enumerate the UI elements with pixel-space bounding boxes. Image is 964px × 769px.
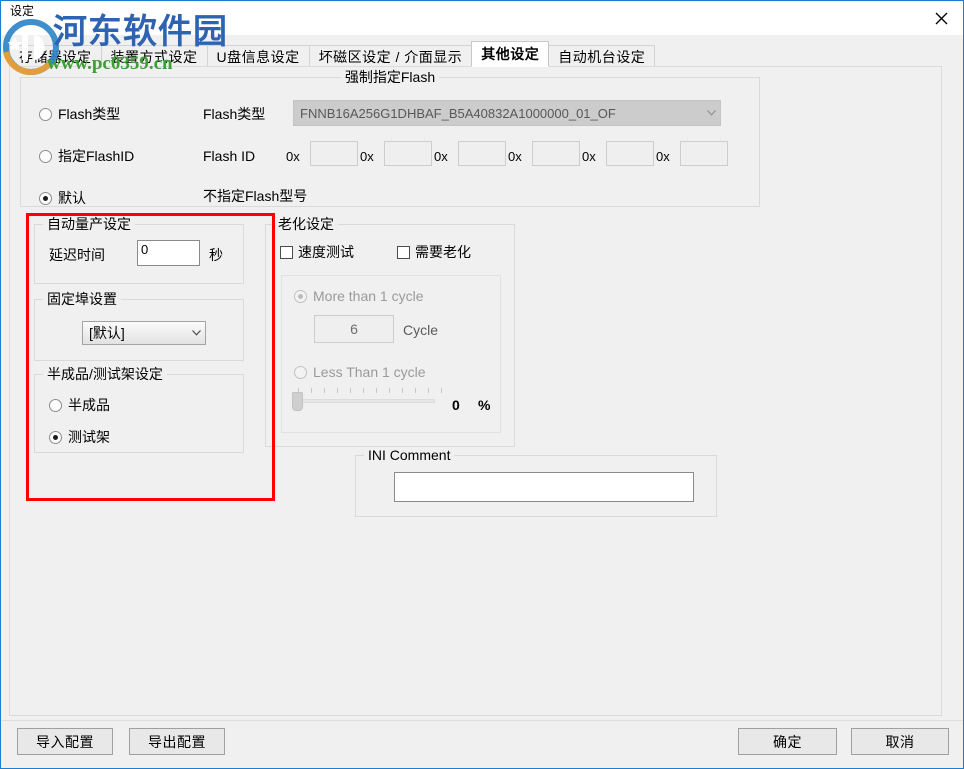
radio-indicator (39, 150, 52, 163)
radio-label: 指定FlashID (58, 148, 134, 164)
hex-prefix-0: 0x (286, 149, 300, 165)
tab-storage[interactable]: 存储器设定 (9, 45, 102, 67)
checkbox-need-aging[interactable]: 需要老化 (397, 244, 471, 260)
tab-badblock-display[interactable]: 坏磁区设定 / 介面显示 (309, 45, 473, 67)
radio-indicator (294, 290, 307, 303)
flash-type-label: Flash类型 (203, 106, 265, 122)
sample-rack-legend: 半成品/测试架设定 (43, 366, 167, 382)
hex-prefix-4: 0x (582, 149, 596, 165)
checkbox-indicator (280, 246, 293, 259)
ok-button[interactable]: 确定 (738, 728, 837, 755)
radio-less-than-1-cycle[interactable]: Less Than 1 cycle (294, 364, 426, 380)
sample-rack-group: 半成品/测试架设定 半成品 测试架 (34, 374, 244, 453)
delay-time-label: 延迟时间 (49, 247, 105, 263)
cycle-unit-label: Cycle (403, 322, 438, 338)
hex-prefix-5: 0x (656, 149, 670, 165)
flash-id-field-0[interactable] (310, 141, 358, 166)
radio-indicator (49, 399, 62, 412)
tab-label: 其他设定 (481, 44, 539, 64)
percent-unit: % (478, 397, 490, 413)
tab-device-mode[interactable]: 装置方式设定 (101, 45, 208, 67)
tab-label: 装置方式设定 (111, 47, 198, 67)
close-icon (935, 12, 948, 25)
fixed-port-legend: 固定埠设置 (43, 291, 121, 307)
tab-other-settings[interactable]: 其他设定 (471, 41, 549, 67)
aging-legend: 老化设定 (274, 216, 338, 232)
radio-test-rack[interactable]: 测试架 (49, 429, 110, 445)
aging-group: 老化设定 速度测试 需要老化 More than 1 cycle 6 Cycle (265, 224, 515, 447)
radio-flash-type[interactable]: Flash类型 (39, 106, 120, 122)
export-config-button[interactable]: 导出配置 (129, 728, 225, 755)
tab-auto-machine[interactable]: 自动机台设定 (548, 45, 655, 67)
radio-label: 测试架 (68, 429, 110, 445)
radio-specify-flash-id[interactable]: 指定FlashID (39, 148, 134, 164)
radio-label: 默认 (58, 190, 86, 206)
flash-id-field-5[interactable] (680, 141, 728, 166)
checkbox-label: 速度测试 (298, 244, 354, 260)
flash-id-label: Flash ID (203, 148, 255, 164)
slider-ticks (298, 388, 458, 394)
aging-cycle-panel: More than 1 cycle 6 Cycle Less Than 1 cy… (281, 275, 501, 433)
percent-value: 0 (452, 397, 460, 413)
radio-indicator (294, 366, 307, 379)
radio-indicator (49, 431, 62, 444)
ini-comment-legend: INI Comment (364, 447, 454, 463)
chevron-down-icon (702, 110, 720, 116)
window-title: 设定 (10, 4, 34, 18)
radio-default[interactable]: 默认 (39, 190, 86, 206)
auto-production-group: 自动量产设定 延迟时间 0 秒 (34, 224, 244, 284)
checkbox-indicator (397, 246, 410, 259)
close-button[interactable] (918, 2, 964, 34)
radio-label: Flash类型 (58, 106, 120, 122)
fixed-port-group: 固定埠设置 [默认] (34, 299, 244, 361)
flash-id-field-3[interactable] (532, 141, 580, 166)
chevron-down-icon (187, 330, 205, 336)
fixed-port-value: [默认] (83, 323, 187, 343)
hex-prefix-2: 0x (434, 149, 448, 165)
auto-production-legend: 自动量产设定 (43, 216, 135, 232)
tab-label: 坏磁区设定 / 介面显示 (319, 47, 463, 67)
hex-prefix-3: 0x (508, 149, 522, 165)
tab-panel-other-settings: 强制指定Flash Flash类型 指定FlashID 默认 Flash类型 F… (9, 66, 942, 716)
ini-comment-input[interactable] (394, 472, 694, 502)
tab-label: U盘信息设定 (217, 47, 300, 67)
flash-type-combo[interactable]: FNNB16A256G1DHBAF_B5A40832A1000000_01_OF (293, 100, 721, 126)
tab-label: 存储器设定 (19, 47, 92, 67)
cycle-count-input[interactable]: 6 (314, 315, 394, 343)
fixed-port-combo[interactable]: [默认] (82, 321, 206, 345)
ini-comment-group: INI Comment (355, 455, 717, 517)
flash-type-value: FNNB16A256G1DHBAF_B5A40832A1000000_01_OF (294, 106, 702, 121)
radio-indicator (39, 192, 52, 205)
force-flash-group: 强制指定Flash Flash类型 指定FlashID 默认 Flash类型 F… (20, 77, 760, 207)
cancel-button[interactable]: 取消 (851, 728, 949, 755)
force-flash-legend: 强制指定Flash (341, 69, 439, 85)
tab-udisk-info[interactable]: U盘信息设定 (207, 45, 310, 67)
title-bar: 设定 (2, 2, 964, 35)
radio-label: 半成品 (68, 397, 110, 413)
delay-unit-label: 秒 (209, 247, 223, 263)
radio-label: Less Than 1 cycle (313, 364, 426, 380)
flash-id-field-4[interactable] (606, 141, 654, 166)
footer-separator (2, 720, 964, 721)
flash-id-field-1[interactable] (384, 141, 432, 166)
settings-dialog: 设定 存储器设定 装置方式设定 U盘信息设定 坏磁区设定 / 介面显示 其他设定… (0, 0, 964, 769)
radio-label: More than 1 cycle (313, 288, 424, 304)
radio-more-than-1-cycle[interactable]: More than 1 cycle (294, 288, 424, 304)
tab-strip: 存储器设定 装置方式设定 U盘信息设定 坏磁区设定 / 介面显示 其他设定 自动… (9, 41, 654, 67)
hex-prefix-1: 0x (360, 149, 374, 165)
checkbox-label: 需要老化 (415, 244, 471, 260)
default-flash-note: 不指定Flash型号 (203, 188, 307, 204)
radio-indicator (39, 108, 52, 121)
radio-semi-finished[interactable]: 半成品 (49, 397, 110, 413)
slider-track (302, 399, 435, 403)
tab-label: 自动机台设定 (558, 47, 645, 67)
checkbox-speed-test[interactable]: 速度测试 (280, 244, 354, 260)
import-config-button[interactable]: 导入配置 (17, 728, 113, 755)
aging-percent-slider[interactable] (292, 388, 452, 414)
flash-id-field-2[interactable] (458, 141, 506, 166)
delay-time-input[interactable]: 0 (137, 240, 200, 266)
slider-thumb[interactable] (292, 392, 303, 411)
